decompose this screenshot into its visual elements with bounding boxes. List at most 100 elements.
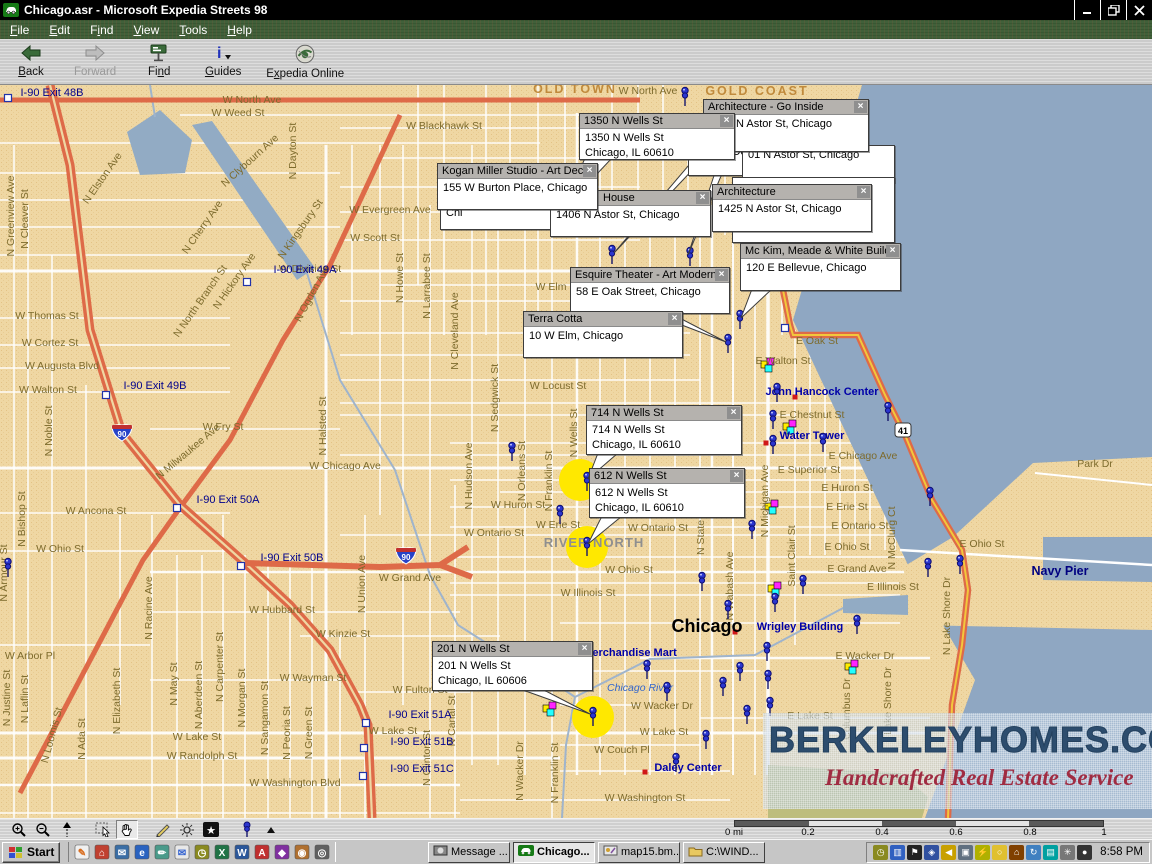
word-icon[interactable]: W: [233, 843, 251, 861]
tray-cursor-icon[interactable]: ✳: [1060, 845, 1075, 860]
close-icon[interactable]: ×: [720, 115, 733, 127]
close-icon[interactable]: ×: [715, 269, 728, 281]
tray-schedule-icon[interactable]: ◷: [873, 845, 888, 860]
guides-button[interactable]: iGuides: [202, 42, 244, 78]
zoom-out-tool[interactable]: [32, 820, 54, 839]
map-callout[interactable]: Architecture×1425 N Astor St, Chicago: [712, 184, 872, 232]
acrobat-icon[interactable]: A: [253, 843, 271, 861]
svg-text:⌂: ⌂: [99, 848, 105, 859]
menu-tools[interactable]: Tools: [169, 22, 217, 38]
close-icon[interactable]: ×: [578, 643, 591, 655]
outlook-icon[interactable]: ✉: [113, 843, 131, 861]
channels-icon[interactable]: ✎: [73, 843, 91, 861]
pushpin-tool[interactable]: [236, 820, 258, 839]
close-button[interactable]: [1126, 0, 1152, 20]
tray-modem-icon[interactable]: ▤: [1043, 845, 1058, 860]
callout-body[interactable]: 120 E Bellevue, Chicago: [741, 259, 900, 276]
callout-body[interactable]: 1350 N Wells StChicago, IL 60610: [580, 129, 734, 161]
highlight-tool[interactable]: [176, 820, 198, 839]
callout-line: 120 E Bellevue, Chicago: [746, 261, 895, 276]
tray-house-icon[interactable]: ⌂: [1009, 845, 1024, 860]
close-icon[interactable]: ×: [583, 165, 596, 177]
callout-tail: [739, 287, 776, 322]
map-callout[interactable]: Terra Cotta×10 W Elm, Chicago: [523, 311, 683, 358]
menu-view[interactable]: View: [123, 22, 169, 38]
tray-refresh-icon[interactable]: ↻: [1026, 845, 1041, 860]
expedia-online-button[interactable]: Expedia Online: [266, 42, 344, 80]
taskbar-window-map15-bm-[interactable]: map15.bm...: [598, 842, 680, 863]
map-callout[interactable]: 1350 N Wells St×1350 N Wells StChicago, …: [579, 113, 735, 160]
map-callout[interactable]: 201 N Wells St×201 N Wells StChicago, IL…: [432, 641, 593, 691]
tray-chart-icon[interactable]: ▥: [890, 845, 905, 860]
close-icon[interactable]: ×: [886, 245, 899, 257]
taskbar-window-message-[interactable]: Message ...: [428, 842, 510, 863]
map-callout[interactable]: Kogan Miller Studio - Art Dec×155 W Burt…: [437, 163, 598, 210]
callout-body[interactable]: 58 E Oak Street, Chicago: [571, 283, 729, 300]
tray-volume-icon[interactable]: ◀: [941, 845, 956, 860]
taskbar-window-c-wind-[interactable]: C:\WIND...: [683, 842, 765, 863]
scale-tick-label: 1: [1101, 827, 1106, 838]
svg-text:◆: ◆: [277, 848, 286, 859]
close-icon[interactable]: ×: [730, 470, 743, 482]
select-tool[interactable]: [92, 820, 114, 839]
map-callout[interactable]: 714 N Wells St×714 N Wells StChicago, IL…: [586, 405, 742, 455]
scale-segment: [735, 821, 809, 826]
taskbar-window-chicago-[interactable]: Chicago...: [513, 842, 595, 863]
callout-body[interactable]: 10 W Elm, Chicago: [524, 327, 682, 344]
menu-edit[interactable]: Edit: [39, 22, 80, 38]
paint-icon[interactable]: ◉: [293, 843, 311, 861]
map-callout[interactable]: Mc Kim, Meade & White Buildi×120 E Belle…: [740, 243, 901, 291]
taskbar-window-label: C:\WIND...: [706, 846, 759, 858]
menu-find[interactable]: Find: [80, 22, 123, 38]
callout-body[interactable]: 612 N Wells StChicago, IL 60610: [590, 484, 744, 516]
tray-flag-icon[interactable]: ⚑: [907, 845, 922, 860]
tray-shield-icon[interactable]: ◈: [924, 845, 939, 860]
mail-icon[interactable]: ✉: [173, 843, 191, 861]
restore-button[interactable]: [1100, 0, 1126, 20]
internet-explorer-icon[interactable]: e: [133, 843, 151, 861]
desktop-icon[interactable]: ⌂: [93, 843, 111, 861]
close-icon[interactable]: ×: [857, 186, 870, 198]
draw-tool[interactable]: [152, 820, 174, 839]
map-callout[interactable]: 612 N Wells St×612 N Wells StChicago, IL…: [589, 468, 745, 518]
tray-traffic-icon[interactable]: ●: [1077, 845, 1092, 860]
close-icon[interactable]: ×: [696, 192, 709, 204]
camera-icon[interactable]: ◎: [313, 843, 331, 861]
taskbar-clock: 8:58 PM: [1100, 846, 1143, 858]
schedule-icon[interactable]: ◷: [193, 843, 211, 861]
more-tool[interactable]: [260, 820, 282, 839]
back-button[interactable]: Back: [10, 42, 52, 78]
find-signpost-icon: [149, 44, 169, 65]
map-callout[interactable]: Esquire Theater - Art Modern×58 E Oak St…: [570, 267, 730, 314]
star-tool[interactable]: ★: [200, 820, 222, 839]
start-button[interactable]: Start: [2, 842, 60, 863]
tray-display-icon[interactable]: ▣: [958, 845, 973, 860]
close-icon[interactable]: ×: [727, 407, 740, 419]
callout-body[interactable]: [733, 178, 894, 180]
close-icon[interactable]: ×: [854, 101, 867, 113]
zoom-in-tool[interactable]: [8, 820, 30, 839]
map-viewport[interactable]: 909041 W North AveW North AveW Weed StW …: [0, 85, 1152, 818]
menu-help[interactable]: Help: [217, 22, 262, 38]
pointer-up-tool[interactable]: [56, 820, 78, 839]
quicktime-icon[interactable]: ◆: [273, 843, 291, 861]
tray-bulb-icon[interactable]: ○: [992, 845, 1007, 860]
pens-icon[interactable]: ✏: [153, 843, 171, 861]
find-button[interactable]: Find: [138, 42, 180, 78]
callout-body[interactable]: 201 N Wells StChicago, IL 60606: [433, 657, 592, 689]
minimize-button[interactable]: [1074, 0, 1100, 20]
back-arrow-icon: [19, 44, 43, 65]
callout-body[interactable]: 155 W Burton Place, Chicago: [438, 179, 597, 196]
callout-line: 155 W Burton Place, Chicago: [443, 181, 592, 196]
excel-icon[interactable]: X: [213, 843, 231, 861]
menu-file[interactable]: File: [0, 22, 39, 38]
pan-tool[interactable]: [116, 820, 138, 839]
close-icon[interactable]: ×: [668, 313, 681, 325]
guides-info-icon: i: [213, 44, 233, 65]
tray-power-icon[interactable]: ⚡: [975, 845, 990, 860]
app-window: Chicago.asr - Microsoft Expedia Streets …: [0, 0, 1152, 864]
callout-body[interactable]: 714 N Wells StChicago, IL 60610: [587, 421, 741, 453]
callout-body[interactable]: 1425 N Astor St, Chicago: [713, 200, 871, 217]
scale-segment: [809, 821, 883, 826]
taskbar-window-label: Message ...: [451, 846, 508, 858]
